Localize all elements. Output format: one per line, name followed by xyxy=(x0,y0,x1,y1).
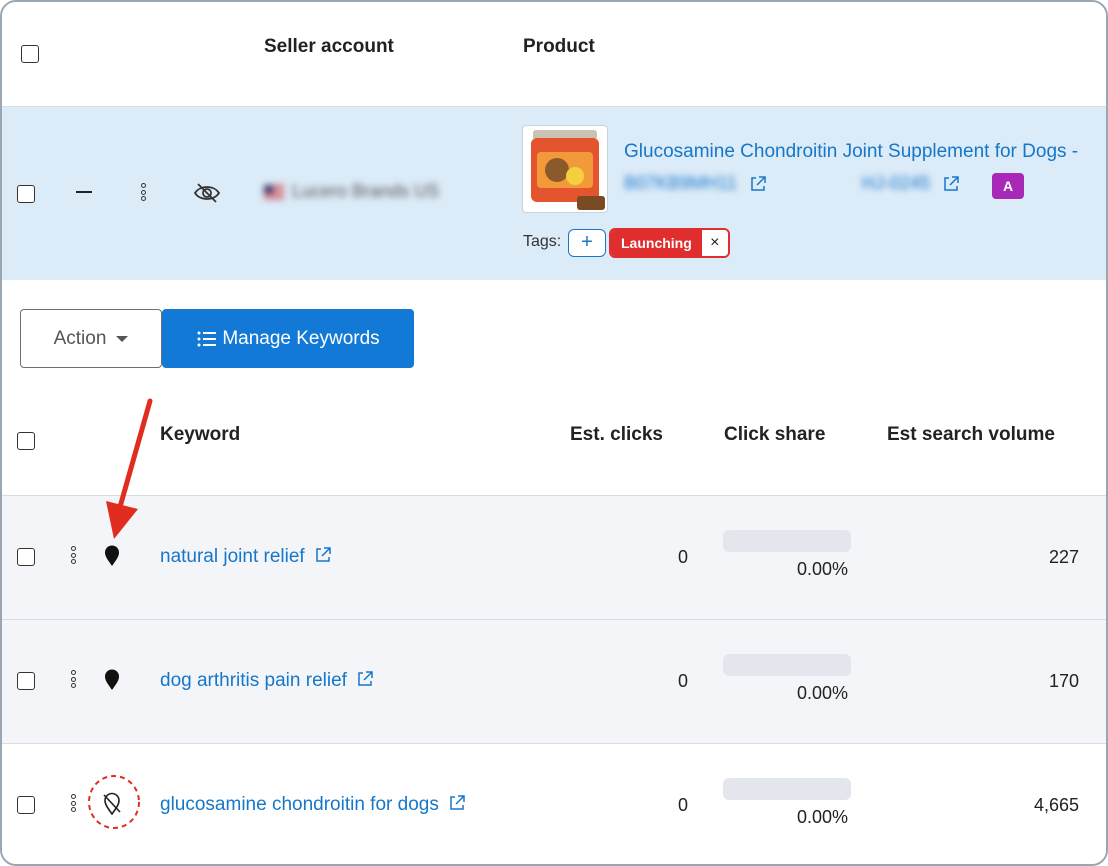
row-menu-icon[interactable] xyxy=(71,670,77,690)
click-share-value: 0.00% xyxy=(797,559,849,579)
click-share-value: 0.00% xyxy=(797,683,849,703)
product-thumbnail[interactable] xyxy=(522,125,608,213)
click-share-bar xyxy=(723,654,851,676)
pin-icon[interactable] xyxy=(103,668,121,692)
column-header-click-share[interactable]: Click share xyxy=(724,424,825,446)
tags-label: Tags: xyxy=(523,233,562,250)
external-link-icon[interactable] xyxy=(942,175,960,193)
collapse-icon[interactable] xyxy=(76,191,92,193)
keyword-link[interactable]: dog arthritis pain relief xyxy=(160,670,374,692)
search-volume-value: 4,665 xyxy=(1033,795,1079,815)
product-sku: HJ-0245 xyxy=(862,173,931,193)
manage-keywords-label: Manage Keywords xyxy=(222,327,380,349)
row-menu-icon[interactable] xyxy=(71,546,77,566)
row-checkbox[interactable] xyxy=(17,548,35,566)
us-flag-icon xyxy=(264,185,284,199)
external-link-icon[interactable] xyxy=(356,670,374,688)
external-link-icon[interactable] xyxy=(314,546,332,564)
select-all-checkbox[interactable] xyxy=(21,45,39,63)
brand-badge: A xyxy=(992,173,1024,199)
est-clicks-value: 0 xyxy=(677,671,688,691)
keyword-text: natural joint relief xyxy=(160,546,305,567)
product-row: Lucero Brands US Glucosamine Chondroitin… xyxy=(2,107,1106,280)
keyword-table-panel: Seller account Product Lucero Brands US xyxy=(0,0,1108,866)
keyword-link[interactable]: natural joint relief xyxy=(160,546,332,568)
column-header-keyword[interactable]: Keyword xyxy=(160,424,240,446)
action-label: Action xyxy=(53,327,107,349)
tag-label: Launching xyxy=(611,230,702,256)
eye-slash-icon[interactable] xyxy=(193,182,221,204)
search-volume-value: 170 xyxy=(1048,671,1079,691)
column-header-search-volume[interactable]: Est search volume xyxy=(887,424,1055,446)
product-asin: B07KB9MH11 xyxy=(624,173,737,193)
search-volume-value: 227 xyxy=(1048,547,1079,567)
row-menu-icon[interactable] xyxy=(71,794,77,814)
keyword-text: dog arthritis pain relief xyxy=(160,670,347,691)
click-share-bar xyxy=(723,778,851,800)
tag-chip-launching: Launching × xyxy=(609,228,730,258)
external-link-icon[interactable] xyxy=(448,794,466,812)
table-header: Seller account Product xyxy=(2,2,1106,107)
est-clicks-value: 0 xyxy=(677,547,688,567)
product-row-checkbox[interactable] xyxy=(17,185,35,203)
click-share-bar xyxy=(723,530,851,552)
unpinned-icon[interactable] xyxy=(103,792,121,816)
caret-down-icon xyxy=(116,335,129,342)
est-clicks-value: 0 xyxy=(677,795,688,815)
action-dropdown-button[interactable]: Action xyxy=(20,309,162,368)
row-menu-icon[interactable] xyxy=(141,183,147,203)
table-row: dog arthritis pain relief 0 0.00% 170 xyxy=(2,620,1106,744)
list-icon xyxy=(197,331,217,346)
table-row: natural joint relief 0 0.00% 227 xyxy=(2,496,1106,620)
column-header-product[interactable]: Product xyxy=(523,36,595,58)
click-share-value: 0.00% xyxy=(797,807,849,827)
seller-name: Lucero Brands US xyxy=(292,181,440,201)
row-checkbox[interactable] xyxy=(17,796,35,814)
manage-keywords-button[interactable]: Manage Keywords xyxy=(162,309,414,368)
keyword-link[interactable]: glucosamine chondroitin for dogs xyxy=(160,794,466,816)
table-row: glucosamine chondroitin for dogs 0 0.00%… xyxy=(2,744,1106,864)
pin-icon[interactable] xyxy=(103,544,121,568)
keyword-text: glucosamine chondroitin for dogs xyxy=(160,794,439,815)
column-header-seller-account[interactable]: Seller account xyxy=(264,36,394,58)
column-header-est-clicks[interactable]: Est. clicks xyxy=(570,424,663,446)
remove-tag-button[interactable]: × xyxy=(701,230,728,256)
add-tag-button[interactable]: + xyxy=(568,229,606,257)
row-checkbox[interactable] xyxy=(17,672,35,690)
product-title-link[interactable]: Glucosamine Chondroitin Joint Supplement… xyxy=(624,141,1078,163)
external-link-icon[interactable] xyxy=(749,175,767,193)
select-all-keywords-checkbox[interactable] xyxy=(17,432,35,450)
